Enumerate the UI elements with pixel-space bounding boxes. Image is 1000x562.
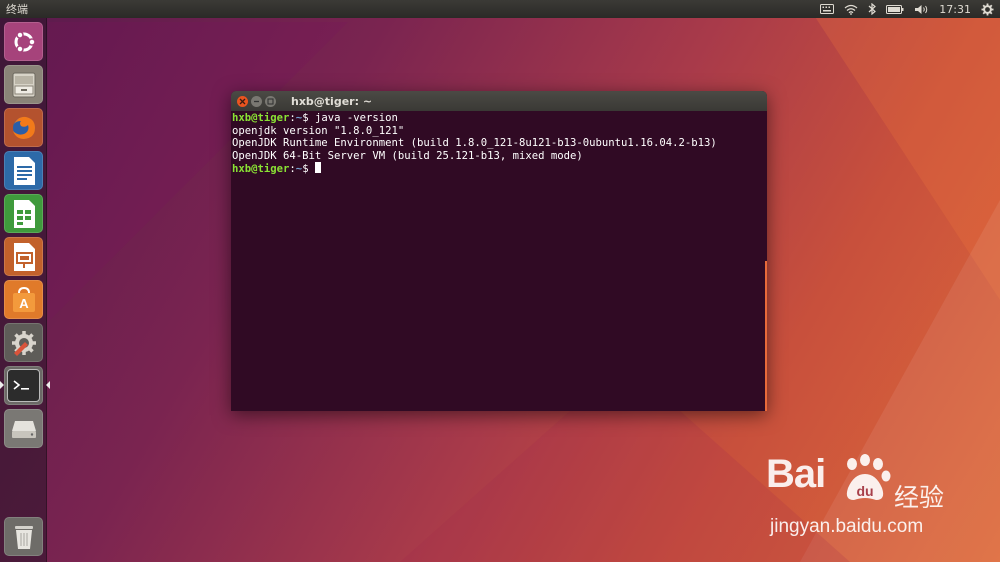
bluetooth-icon[interactable] xyxy=(868,2,877,16)
window-title: hxb@tiger: ~ xyxy=(291,94,373,108)
minimize-button[interactable] xyxy=(251,95,262,107)
window-titlebar[interactable]: hxb@tiger: ~ xyxy=(231,91,767,111)
text-cursor xyxy=(314,162,321,174)
terminal-icon xyxy=(7,369,40,402)
command-text: java -version xyxy=(308,112,398,124)
wifi-icon[interactable] xyxy=(844,2,858,16)
top-panel: 终端 17:31 xyxy=(0,0,1000,18)
svg-text:A: A xyxy=(19,296,29,311)
launcher-item-system-settings[interactable] xyxy=(4,323,43,362)
calc-icon xyxy=(7,197,40,230)
terminal-output[interactable]: hxb@tiger:~$ java -version openjdk versio… xyxy=(231,111,767,177)
focused-indicator xyxy=(46,381,50,389)
drive-icon xyxy=(7,412,40,445)
volume-icon[interactable] xyxy=(914,2,929,16)
writer-icon xyxy=(7,154,40,187)
terminal-line: openjdk version "1.8.0_121" xyxy=(232,124,405,137)
launcher-item-libreoffice-impress[interactable] xyxy=(4,237,43,276)
svg-text:du: du xyxy=(856,483,873,499)
maximize-icon xyxy=(267,97,274,105)
terminal-line: hxb@tiger:~$ java -version xyxy=(232,112,398,124)
clock[interactable]: 17:31 xyxy=(939,3,971,16)
launcher-item-files[interactable] xyxy=(4,65,43,104)
terminal-line: hxb@tiger:~$ xyxy=(232,162,766,176)
launcher-item-ubuntu-software[interactable]: A xyxy=(4,280,43,319)
running-indicator xyxy=(0,381,4,389)
firefox-icon xyxy=(7,111,40,144)
ubuntu-logo-icon xyxy=(7,25,40,58)
baidu-paw-icon: du xyxy=(846,454,891,500)
baidu-watermark: Bai du 经验 jingyan.baidu.com xyxy=(766,452,956,542)
launcher: A xyxy=(0,18,50,562)
file-cabinet-icon xyxy=(7,68,40,101)
trash-icon xyxy=(7,520,40,553)
launcher-item-firefox[interactable] xyxy=(4,108,43,147)
prompt-user: hxb@tiger xyxy=(232,163,290,176)
watermark-cn: 经验 xyxy=(894,483,945,512)
gear-icon[interactable] xyxy=(981,2,994,16)
launcher-item-ubuntu-dash[interactable] xyxy=(4,22,43,61)
launcher-item-libreoffice-writer[interactable] xyxy=(4,151,43,190)
prompt-user: hxb@tiger xyxy=(232,112,290,124)
launcher-item-trash[interactable] xyxy=(4,517,43,556)
terminal-line: OpenJDK 64-Bit Server VM (build 25.121-b… xyxy=(232,149,583,162)
software-center-icon: A xyxy=(7,283,40,316)
minimize-icon xyxy=(254,100,259,102)
keyboard-icon[interactable] xyxy=(820,2,835,16)
launcher-item-libreoffice-calc[interactable] xyxy=(4,194,43,233)
scrollbar[interactable] xyxy=(765,261,767,411)
terminal-window[interactable]: hxb@tiger: ~ hxb@tiger:~$ java -version o… xyxy=(231,91,767,411)
indicator-area: 17:31 xyxy=(820,2,1000,16)
watermark-url: jingyan.baidu.com xyxy=(770,516,924,537)
terminal-line: OpenJDK Runtime Environment (build 1.8.0… xyxy=(232,137,717,150)
launcher-item-terminal[interactable] xyxy=(0,366,50,405)
settings-icon xyxy=(7,326,40,359)
maximize-button[interactable] xyxy=(265,95,276,107)
active-app-title: 终端 xyxy=(6,3,28,16)
close-button[interactable] xyxy=(237,95,248,107)
launcher-item-drive[interactable] xyxy=(4,409,43,448)
battery-icon[interactable] xyxy=(886,2,904,16)
impress-icon xyxy=(7,240,40,273)
watermark-brand: Bai xyxy=(766,452,826,496)
close-icon xyxy=(239,98,246,104)
